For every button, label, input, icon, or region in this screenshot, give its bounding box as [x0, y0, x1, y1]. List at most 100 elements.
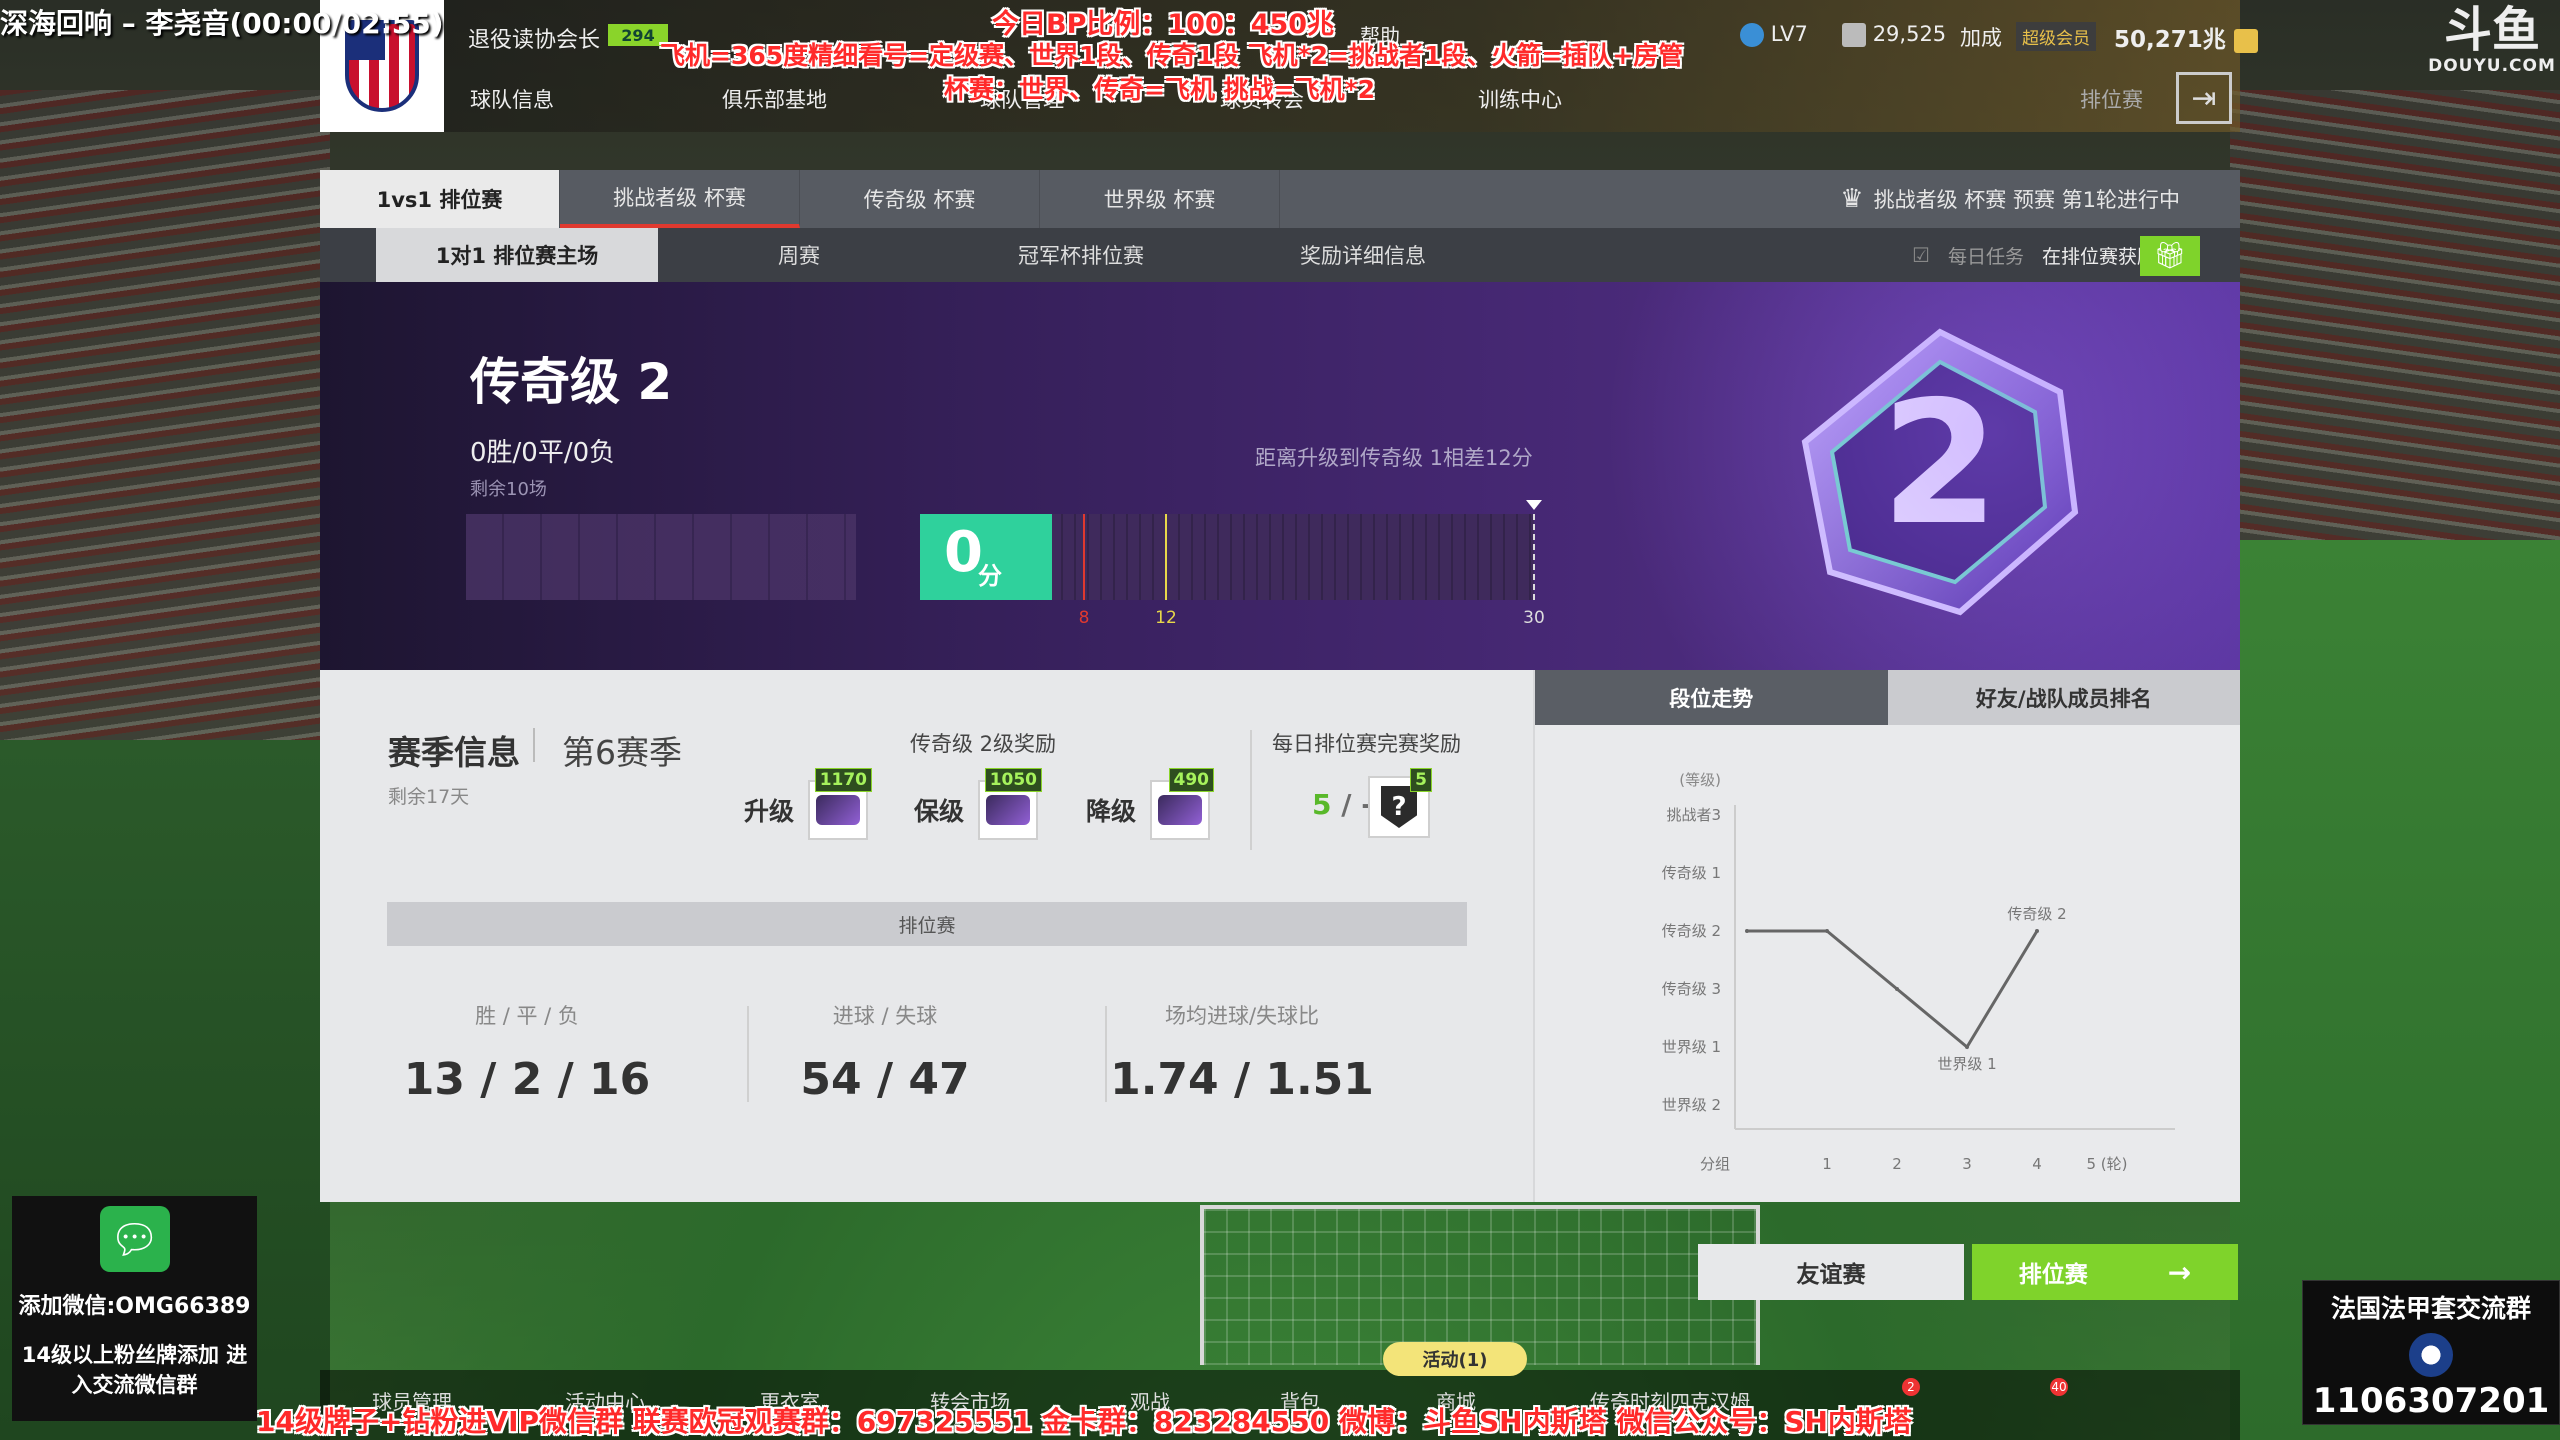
x-tick-label: 2 [1892, 1155, 1902, 1173]
daily-task-label: 每日任务 [1947, 245, 2024, 268]
friendly-match-button[interactable]: 友谊赛 [1698, 1244, 1964, 1300]
reward-value: 490 [1168, 768, 1215, 792]
tab-world-cup[interactable]: 世界级 杯赛 [1040, 170, 1280, 228]
trend-line [1747, 929, 2039, 1050]
bonus-label: 加成 [1960, 26, 2002, 50]
group-overlay: 法国法甲套交流群 1106307201 [2302, 1280, 2560, 1425]
coin-text: 29,525 [1872, 22, 1947, 46]
overlay-rules-line: 飞机=365度精细看号=定级赛、世界1段、传奇1段 飞机*2=挑战者1段、火箭=… [660, 41, 1684, 70]
progress-marker-label: 8 [1078, 608, 1090, 628]
x-tick-label: 5 (轮) [2086, 1155, 2127, 1173]
cup-notice-text: 挑战者级 杯赛 预赛 第1轮进行中 [1873, 188, 2180, 212]
rank-trend-panel: 段位走势 好友/战队成员排名 (等级) 挑战者3 传奇级 1 传奇级 2 传奇级 3 世界… [1533, 670, 2240, 1202]
daily-task[interactable]: ☑ 每日任务 在排位赛获胜 [1912, 228, 2156, 282]
tab-friend-ranking[interactable]: 好友/战队成员排名 [1887, 670, 2240, 725]
wechat-note: 14级以上粉丝牌添加 进入交流微信群 [21, 1343, 248, 1397]
season-number: 第6赛季 [562, 733, 682, 772]
rank-badge-number: 2 [1881, 365, 1999, 563]
y-tick-label: 传奇级 2 [1662, 922, 1721, 940]
mystery-reward-icon: ? [1381, 786, 1417, 828]
nav-team-info[interactable]: 球队信息 [470, 84, 554, 114]
stat-value: 13 / 2 / 16 [403, 1054, 651, 1105]
shop-notification-badge: 40 [2050, 1378, 2068, 1396]
club-logo-icon [2409, 1333, 2453, 1377]
reward-value: 1170 [814, 768, 873, 792]
tab-champions-ranked[interactable]: 冠军杯排位赛 [940, 228, 1222, 282]
player-level: LV7 [1740, 22, 1808, 47]
tab-reward-details[interactable]: 奖励详细信息 [1222, 228, 1504, 282]
nav-training-center[interactable]: 训练中心 [1478, 84, 1562, 114]
stat-value: 1.74 / 1.51 [1110, 1054, 1374, 1105]
reward-title: 传奇级 2级奖励 [910, 732, 1057, 756]
coin-count: 29,525 [1842, 22, 1946, 47]
reward-name: 升级 [744, 797, 795, 826]
coin-icon [1842, 23, 1866, 47]
reward-box: 1050 [978, 768, 1043, 840]
activity-pill[interactable]: 活动(1) [1383, 1342, 1527, 1376]
tab-ranked-home[interactable]: 1对1 排位赛主场 [376, 228, 658, 282]
overlay-cup-line: 杯赛：世界、传奇=飞机 挑战=飞机*2 [944, 75, 1376, 104]
tab-rank-trend[interactable]: 段位走势 [1535, 670, 1888, 725]
wechat-overlay: 💬︎ 添加微信:OMG66389 14级以上粉丝牌添加 进入交流微信群 [12, 1196, 257, 1421]
mystery-reward-box[interactable]: ? 5 [1368, 768, 1432, 838]
points-progress-fill: 0 分 [920, 514, 1052, 600]
exit-button[interactable]: ⇥ [2176, 72, 2232, 124]
ranked-panel: 1vs1 排位赛 挑战者级 杯赛 传奇级 杯赛 世界级 杯赛 ♛ 挑战者级 杯赛… [320, 170, 2240, 1202]
level-progress: 294 [608, 24, 668, 46]
bp-balance: 50,271兆 [2114, 20, 2258, 54]
stands-left [0, 90, 330, 790]
tab-weekly[interactable]: 周赛 [658, 228, 940, 282]
gift-icon: 🎁︎ [2153, 241, 2187, 271]
progress-marker [1533, 514, 1535, 600]
reward-box: 1170 [808, 768, 873, 840]
douyu-logo-text: 斗鱼 [2443, 2, 2540, 58]
reward-promote[interactable]: 升级 1170 [744, 768, 873, 840]
progress-marker-label: 12 [1155, 608, 1177, 628]
cup-notice[interactable]: ♛ 挑战者级 杯赛 预赛 第1轮进行中 [1840, 170, 2180, 228]
trend-point [1825, 929, 1829, 933]
checkbox-icon: ☑ [1912, 243, 1930, 267]
tab-legend-cup[interactable]: 传奇级 杯赛 [800, 170, 1040, 228]
trend-point [1965, 1045, 1969, 1049]
ranked-match-label: 排位赛 [2018, 1262, 2088, 1288]
reward-bp-icon [986, 795, 1031, 825]
trend-point-label: 世界级 1 [1937, 1055, 1996, 1073]
rank-shortcut[interactable]: 排位赛 [2080, 84, 2143, 114]
level-text: LV7 [1770, 22, 1808, 46]
daily-reward-title: 每日排位赛完赛奖励 [1272, 732, 1461, 756]
reward-bp-icon [1158, 795, 1203, 825]
previous-tier-bar [466, 514, 856, 600]
trend-point [1745, 929, 1749, 933]
reward-retain[interactable]: 保级 1050 [914, 768, 1043, 840]
y-tick-label: 传奇级 3 [1662, 980, 1721, 998]
reward-bp-icon [816, 795, 861, 825]
rank-badge-shape [1801, 328, 2079, 616]
ranked-match-button[interactable]: 排位赛 → [1972, 1244, 2238, 1300]
ranked-section-header: 排位赛 [387, 902, 1467, 946]
rank-title: 传奇级 2 [470, 353, 673, 411]
y-tick-label: 世界级 1 [1662, 1038, 1721, 1056]
x-tick-label: 3 [1962, 1155, 1972, 1173]
membership-badge: 超级会员 [2016, 22, 2096, 51]
nav-club-base[interactable]: 俱乐部基地 [722, 84, 827, 114]
x-tick-label: 4 [2032, 1155, 2042, 1173]
stat-goal-ratio: 场均进球/失球比 1.74 / 1.51 [1087, 1000, 1397, 1105]
y-tick-label: 挑战者3 [1666, 806, 1721, 824]
tab-challenger-cup[interactable]: 挑战者级 杯赛 [560, 170, 800, 228]
group-number: 1106307201 [2312, 1381, 2550, 1421]
overlay-bottom-banner: 14级牌子+钻粉进VIP微信群 联赛欧冠观赛群：697325551 金卡群：82… [256, 1405, 1912, 1438]
tab-1v1-ranked[interactable]: 1vs1 排位赛 [320, 170, 560, 228]
stat-value: 54 / 47 [800, 1054, 970, 1105]
stream-title: 深海回响 – 李尧音(00:00/02:55) [0, 7, 444, 40]
daily-reward-count: 5 / - [1312, 788, 1373, 821]
reward-relegate[interactable]: 降级 490 [1086, 768, 1215, 840]
gift-button[interactable]: 🎁︎ [2140, 236, 2200, 276]
trend-point [1895, 987, 1899, 991]
upgrade-hint: 距离升级到传奇级 1相差12分 [1255, 446, 1533, 470]
rank-badge: 2 [1801, 328, 2079, 616]
progress-marker [1083, 514, 1085, 600]
trophy-icon: ♛ [1840, 184, 1864, 214]
progress-marker [1165, 514, 1167, 600]
reward-box: 490 [1150, 768, 1215, 840]
reward-name: 降级 [1086, 797, 1137, 826]
